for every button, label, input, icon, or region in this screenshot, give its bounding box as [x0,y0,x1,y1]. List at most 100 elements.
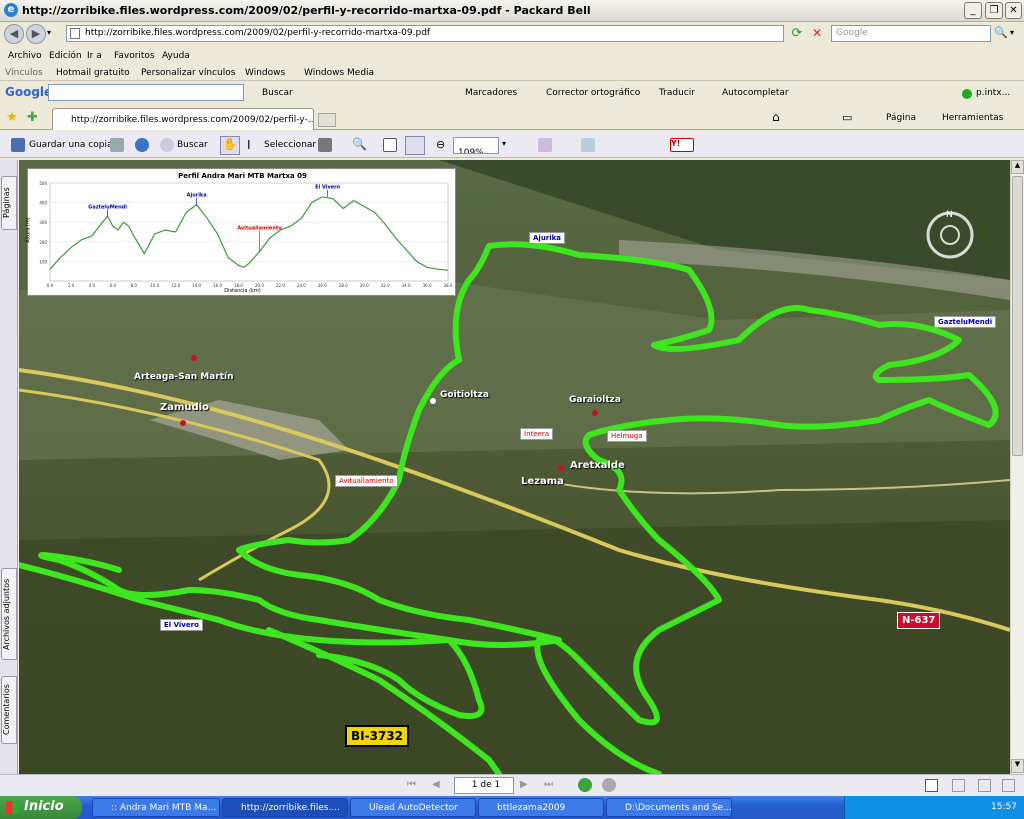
link-personalizar[interactable]: Personalizar vínculos [141,68,235,78]
email-icon[interactable] [135,138,149,152]
menu-favoritos[interactable]: Favoritos [114,51,155,61]
search-icon[interactable]: 🔍 [994,26,1008,39]
maximize-button[interactable]: ❐ [985,2,1003,19]
save-icon[interactable] [11,138,25,152]
spellcheck-button[interactable]: Corrector ortográfico [546,88,640,98]
fit-page-icon[interactable] [383,138,397,152]
x-tick-label: 32.0 [381,283,390,288]
search-field[interactable]: Google [831,25,991,42]
label-el-vivero: El Vivero [160,619,203,631]
taskbar-window-3[interactable]: Ulead AutoDetector [350,798,476,817]
annotation-label: Avituallamiento [237,226,282,232]
search-options-icon[interactable]: ▾ [1010,28,1014,37]
google-search-input[interactable] [48,84,244,101]
google-logo: Google [5,85,53,99]
new-tab-button[interactable] [318,113,336,127]
clock[interactable]: 15:57 [991,802,1017,812]
back-button[interactable]: ◀ [4,24,24,44]
continuous-icon[interactable] [952,779,965,792]
google-search-button[interactable]: Buscar [262,88,293,98]
pdf-search-button[interactable]: Buscar [177,140,208,150]
vertical-scrollbar[interactable]: ▲ ▼ [1010,160,1024,774]
tab-attachments[interactable]: Archivos adjuntos [1,568,17,660]
tab-current[interactable]: http://zorribike.files.wordpress.com/200… [52,108,314,130]
history-dropdown-icon[interactable]: ▾ [47,28,51,37]
scroll-up-button[interactable]: ▲ [1011,160,1024,174]
print-icon[interactable]: ▭ [842,111,852,124]
favorites-star-icon[interactable]: ★ [6,110,18,125]
zoom-in-icon[interactable]: 🔍 [352,137,367,151]
tools-menu[interactable]: Herramientas [942,113,1003,123]
minimize-button[interactable]: _ [964,2,982,19]
link-windows[interactable]: Windows [245,68,285,78]
autofill-button[interactable]: Autocompletar [722,88,789,98]
menu-archivo[interactable]: Archivo [8,51,42,61]
select-button[interactable]: Seleccionar [264,140,316,150]
x-tick-label: 2.0 [68,283,75,288]
scroll-down-button[interactable]: ▼ [1011,759,1024,773]
zoom-field[interactable]: 109% [453,137,499,154]
tab-comments[interactable]: Comentarios [1,676,17,744]
taskbar: Inicio :: Andra Mari MTB Ma... http://zo… [0,796,1024,819]
single-page-icon[interactable] [925,779,938,792]
y-tick-label: 300 [39,220,47,225]
select-tool-icon[interactable]: I [247,138,251,152]
bookmarks-button[interactable]: Marcadores [465,88,517,98]
map-label-garaioltza: Garaioltza [569,395,621,405]
menu-bar: Archivo Edición Ir a Favoritos Ayuda [0,48,1024,64]
url-field[interactable]: http://zorribike.files.wordpress.com/200… [66,25,784,42]
next-page-icon[interactable]: ▶ [520,779,528,790]
last-page-icon[interactable]: ⏭ [544,779,553,790]
forward-button[interactable]: ▶ [26,24,46,44]
link-windows-media[interactable]: Windows Media [304,68,374,78]
go-back-icon[interactable] [578,778,592,792]
taskbar-window-1[interactable]: :: Andra Mari MTB Ma... [92,798,220,817]
map-label-arteaga: Arteaga-San Martín [134,372,234,382]
menu-ayuda[interactable]: Ayuda [162,51,190,61]
home-icon[interactable]: ⌂ [772,110,780,124]
print-icon[interactable] [110,138,124,152]
continuous-facing-icon[interactable] [1002,779,1015,792]
y-tick-label: 500 [39,181,47,186]
yahoo-icon[interactable]: Y! [670,138,694,152]
stop-icon[interactable]: ✕ [809,26,825,42]
page-menu[interactable]: Página [886,113,916,123]
add-favorite-icon[interactable]: ✚ [27,110,38,125]
sign-icon[interactable] [581,138,595,152]
save-copy-button[interactable]: Guardar una copia [29,140,113,150]
zoom-out-icon[interactable]: ⊖ [436,138,445,151]
user-account[interactable]: p.intx... [976,88,1010,98]
prev-page-icon[interactable]: ◀ [432,779,440,790]
first-page-icon[interactable]: ⏮ [407,779,416,790]
zoom-dropdown-icon[interactable]: ▾ [502,139,506,148]
road-sign-bi3732: BI-3732 [345,725,409,747]
taskbar-window-4[interactable]: bttlezama2009 [478,798,604,817]
translate-button[interactable]: Traducir [659,88,695,98]
taskbar-window-5[interactable]: D:\Documents and Se... [606,798,732,817]
label-helmuga: Helmuga [607,430,647,442]
menu-ir-a[interactable]: Ir a [87,51,102,61]
search-icon[interactable] [160,138,174,152]
close-button[interactable]: ✕ [1005,2,1022,19]
refresh-icon[interactable]: ⟳ [789,26,805,42]
x-tick-label: 38.0 [444,283,453,288]
snapshot-icon[interactable] [318,138,332,152]
menu-edicion[interactable]: Edición [49,51,82,61]
page-number-field[interactable]: 1 de 1 [454,777,514,794]
go-forward-icon[interactable] [602,778,616,792]
hand-tool-icon[interactable]: ✋ [220,136,240,155]
scroll-thumb[interactable] [1012,176,1023,456]
fit-width-icon[interactable] [405,136,425,155]
tab-pages[interactable]: Páginas [1,176,17,230]
facing-icon[interactable] [978,779,991,792]
title-bar: e http://zorribike.files.wordpress.com/2… [0,0,1024,22]
tab-bar: ★ ✚ http://zorribike.files.wordpress.com… [0,105,1024,130]
x-tick-label: 10.0 [150,283,159,288]
label-gaztelumendi: GazteluMendi [934,316,997,328]
pdf-document-view[interactable]: N Arteaga-San Martín Zamudio Goitioltza … [19,160,1010,774]
windows-logo-icon [6,801,19,814]
link-hotmail[interactable]: Hotmail gratuito [56,68,130,78]
taskbar-window-2[interactable]: http://zorribike.files.... [222,798,348,817]
rotate-icon[interactable] [538,138,552,152]
map-label-goitioltza: Goitioltza [440,390,489,400]
